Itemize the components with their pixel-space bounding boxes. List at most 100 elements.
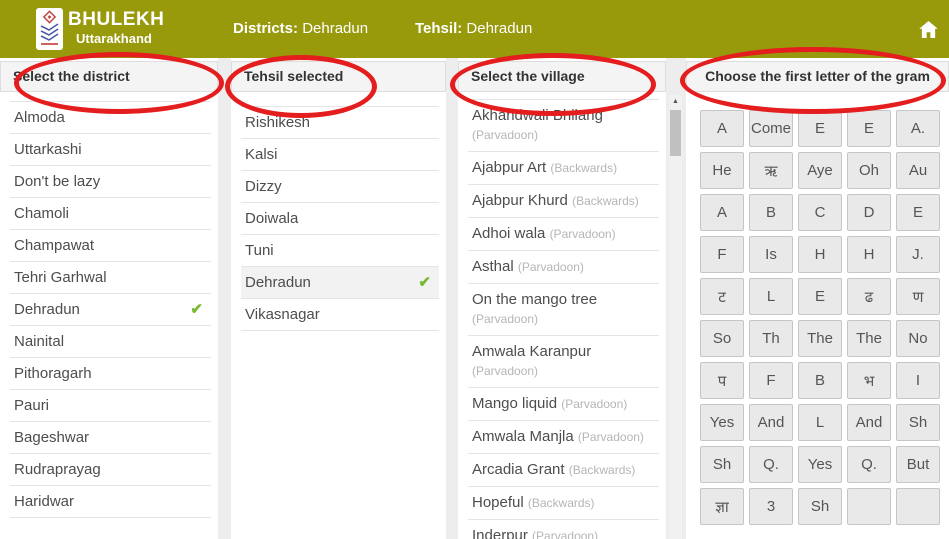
letter-button[interactable]: ऋ [749,152,793,189]
letter-button[interactable]: Au [896,152,940,189]
letter-button[interactable]: Aye [798,152,842,189]
district-item[interactable]: Rudraprayag [10,454,211,486]
village-item-tag: (Backwards) [572,194,639,208]
letter-button[interactable]: E [847,110,891,147]
letter-button[interactable]: The [798,320,842,357]
village-item-tag: (Parvadoon) [472,364,538,378]
letter-button[interactable]: F [749,362,793,399]
tehsil-item[interactable]: Doiwala [241,203,439,235]
letter-button[interactable]: Q. [749,446,793,483]
letter-button[interactable]: Yes [798,446,842,483]
letter-button[interactable]: He [700,152,744,189]
tehsil-item[interactable]: Dizzy [241,171,439,203]
letter-button[interactable] [847,488,891,525]
breadcrumb-tehsil: Tehsil: Dehradun [415,20,532,37]
letter-button[interactable]: E [798,110,842,147]
letter-button[interactable]: Sh [896,404,940,441]
district-item[interactable]: Pauri [10,390,211,422]
village-item[interactable]: On the mango tree (Parvadoon) [468,284,659,336]
letter-button[interactable]: A [700,194,744,231]
district-item[interactable]: Pithoragarh [10,358,211,390]
village-item[interactable]: Asthal (Parvadoon) [468,251,659,284]
district-item[interactable]: Don't be lazy [10,166,211,198]
letter-button[interactable]: C [798,194,842,231]
district-item[interactable]: Bageshwar [10,422,211,454]
letter-button[interactable]: L [749,278,793,315]
letter-button[interactable]: But [896,446,940,483]
village-item[interactable]: Inderpur (Parvadoon) [468,520,659,539]
village-item-name: Ajabpur Art [472,159,546,176]
village-item[interactable]: Arcadia Grant (Backwards) [468,454,659,487]
letter-button[interactable]: I [896,362,940,399]
letter-button[interactable]: ज्ञा [700,488,744,525]
district-item[interactable]: Haridwar [10,486,211,518]
district-item[interactable]: Tehri Garhwal [10,262,211,294]
district-item[interactable]: Champawat [10,230,211,262]
village-item[interactable]: Hopeful (Backwards) [468,487,659,520]
letter-button[interactable]: A. [896,110,940,147]
letter-button[interactable]: Sh [700,446,744,483]
letter-button[interactable]: 3 [749,488,793,525]
check-icon: ✔ [418,267,431,298]
letter-button[interactable]: And [847,404,891,441]
letter-button[interactable]: ढ [847,278,891,315]
village-item[interactable]: Ajabpur Art (Backwards) [468,152,659,185]
letter-button[interactable]: Yes [700,404,744,441]
village-item[interactable]: Amwala Karanpur (Parvadoon) [468,336,659,388]
tehsil-item[interactable]: Vikasnagar [241,299,439,331]
scrollbar-thumb[interactable] [670,110,681,156]
village-item[interactable]: Mango liquid (Parvadoon) [468,388,659,421]
letter-button[interactable]: प [700,362,744,399]
letter-button[interactable]: Q. [847,446,891,483]
app-subtitle: Uttarakhand [76,31,152,46]
district-item[interactable]: Nainital [10,326,211,358]
letter-button[interactable]: E [896,194,940,231]
tehsil-item-label: Rishikesh [245,114,310,131]
letter-button[interactable]: Oh [847,152,891,189]
letter-button[interactable]: Is [749,236,793,273]
village-item[interactable]: Ajabpur Khurd (Backwards) [468,185,659,218]
letter-button[interactable]: भ [847,362,891,399]
letter-button[interactable]: Th [749,320,793,357]
home-icon[interactable] [919,21,939,39]
letter-button[interactable]: H [847,236,891,273]
village-item[interactable]: Amwala Manjla (Parvadoon) [468,421,659,454]
district-item[interactable]: Dehradun ✔ [10,294,211,326]
district-item-label: Rudraprayag [14,461,101,478]
district-item-label: Almoda [14,109,65,126]
village-item[interactable]: Akhandwali Bhilang (Parvadoon) [468,100,659,152]
tehsil-item[interactable]: Dehradun✔ [241,267,439,299]
district-item[interactable]: Uttarkashi [10,134,211,166]
letter-button[interactable]: Come [749,110,793,147]
letter-button[interactable]: F [700,236,744,273]
check-icon: ✔ [190,294,203,325]
letter-button[interactable]: J. [896,236,940,273]
village-item[interactable]: Adhoi wala (Parvadoon) [468,218,659,251]
letter-button[interactable]: A [700,110,744,147]
village-scrollbar[interactable]: ▲ [669,95,682,539]
scroll-up-icon[interactable]: ▲ [669,95,682,108]
letter-button[interactable]: No [896,320,940,357]
tehsil-item-label: Tuni [245,242,274,259]
letter-button[interactable]: B [798,362,842,399]
district-item-label: Dehradun [14,301,80,318]
tehsil-item[interactable]: Tuni [241,235,439,267]
letter-button[interactable]: And [749,404,793,441]
letter-button[interactable]: L [798,404,842,441]
district-item[interactable]: Chamoli [10,198,211,230]
letter-button[interactable]: B [749,194,793,231]
letter-button[interactable]: ण [896,278,940,315]
letter-button[interactable]: So [700,320,744,357]
district-item[interactable]: Almoda [10,102,211,134]
letter-button[interactable]: The [847,320,891,357]
letter-button[interactable]: E [798,278,842,315]
tehsil-item-label: Dizzy [245,178,282,195]
tehsil-item[interactable]: Rishikesh [241,107,439,139]
tehsil-item[interactable]: Kalsi [241,139,439,171]
letter-button[interactable]: ट [700,278,744,315]
letter-button[interactable]: H [798,236,842,273]
letter-button[interactable]: Sh [798,488,842,525]
letter-button[interactable]: D [847,194,891,231]
district-item-label: Haridwar [14,493,74,510]
letter-button[interactable] [896,488,940,525]
